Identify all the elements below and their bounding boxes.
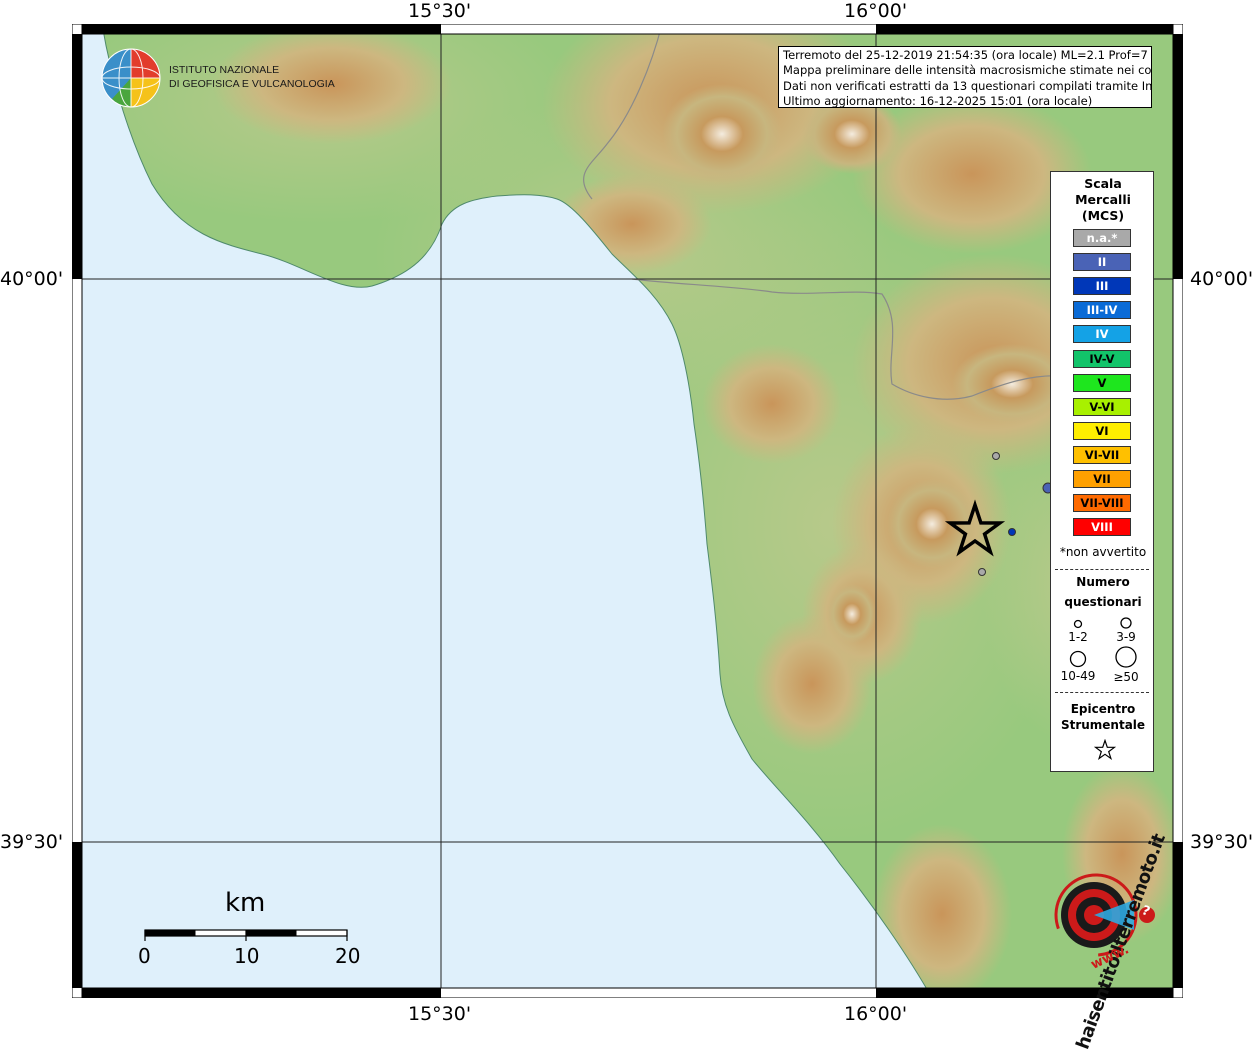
relief — [702, 344, 842, 464]
ingv-name-line2: DI GEOFISICA E VULCANOLOGIA — [169, 78, 335, 90]
map-frame — [62, 0, 1184, 1004]
legend-divider — [1055, 692, 1149, 693]
intensity-swatch: VII — [1073, 470, 1131, 488]
legend-title-line1: Scala — [1084, 176, 1122, 191]
legend-title-line2: Mercalli — [1075, 192, 1131, 207]
intensity-swatch: IV-V — [1073, 349, 1131, 368]
coord-right-2: 39°30' — [1190, 831, 1254, 853]
coord-top-2: 16°00' — [844, 0, 908, 22]
hsit-logo: ? haisentitoilterremoto.it www. — [1026, 831, 1170, 1052]
ingv-globe-icon — [101, 48, 161, 108]
epicentro-title-line2: Strumentale — [1060, 718, 1146, 732]
epicenter-legend-star-icon — [1094, 739, 1116, 761]
intensity-swatch: II — [1073, 253, 1131, 272]
coord-top-1: 15°30' — [408, 0, 472, 22]
size-label-3-9: 3-9 — [1116, 630, 1136, 644]
relief — [662, 84, 782, 184]
event-info-box: Terremoto del 25-12-2019 21:54:35 (ora l… — [778, 46, 1152, 108]
intensity-swatch: V-VI — [1073, 397, 1131, 416]
event-info-line2: Mappa preliminare delle intensità macros… — [783, 63, 1152, 78]
scale-tick-20: 20 — [335, 944, 361, 968]
size-circle-small — [1073, 619, 1083, 629]
intensity-swatch: VII-VIII — [1073, 494, 1131, 513]
size-circle-medium — [1120, 617, 1132, 629]
map-canvas — [62, 0, 1184, 1004]
legend-divider — [1055, 569, 1149, 570]
relief — [752, 614, 872, 754]
mcs-legend: Scala Mercalli (MCS) n.a.* II III III-IV IV I… — [1050, 171, 1154, 772]
numero-title-line1: Numero — [1076, 575, 1130, 589]
coord-right-1: 40°00' — [1190, 268, 1254, 290]
intensity-swatch: n.a.* — [1073, 229, 1131, 247]
intensity-swatch: V — [1073, 373, 1131, 392]
observation-point[interactable] — [992, 452, 1000, 460]
size-circle-large — [1069, 650, 1087, 668]
observation-point[interactable] — [978, 568, 986, 576]
intensity-swatch: VI — [1073, 421, 1131, 440]
ingv-name-line1: ISTITUTO NAZIONALE — [169, 64, 280, 76]
size-label-1-2: 1-2 — [1068, 630, 1088, 644]
scale-tick-0: 0 — [138, 944, 151, 968]
numero-title-line2: questionari — [1064, 595, 1142, 609]
size-label-10-49: 10-49 — [1060, 669, 1096, 683]
coord-left-1: 40°00' — [0, 268, 64, 290]
observation-point[interactable] — [1008, 528, 1016, 536]
epicentro-title-line1: Epicentro — [1070, 702, 1136, 716]
intensity-swatch: VIII — [1073, 518, 1131, 537]
size-circle-xlarge — [1115, 646, 1137, 668]
coord-left-2: 39°30' — [0, 831, 64, 853]
intensity-swatch: VI-VII — [1073, 445, 1131, 464]
scale-tick-10: 10 — [234, 944, 260, 968]
legend-title-line3: (MCS) — [1081, 208, 1125, 223]
non-avvertito-note: *non avvertito — [1059, 545, 1147, 559]
intensity-swatch: III-IV — [1073, 301, 1131, 320]
ingv-logo: ISTITUTO NAZIONALE DI GEOFISICA E VULCAN… — [100, 47, 335, 109]
event-info-line3: Dati non verificati estratti da 13 quest… — [783, 78, 1152, 93]
coord-bottom-2: 16°00' — [844, 1003, 908, 1025]
size-label-50: ≥50 — [1113, 670, 1139, 684]
intensity-swatch: IV — [1073, 325, 1131, 344]
scale-unit: km — [225, 888, 266, 918]
intensity-swatch: III — [1073, 277, 1131, 296]
coord-bottom-1: 15°30' — [408, 1003, 472, 1025]
scale-bar: km 0 10 20 — [130, 885, 370, 975]
event-info-line4: Ultimo aggiornamento: 16-12-2025 15:01 (… — [783, 94, 1093, 108]
event-info-line1: Terremoto del 25-12-2019 21:54:35 (ora l… — [783, 48, 1152, 62]
